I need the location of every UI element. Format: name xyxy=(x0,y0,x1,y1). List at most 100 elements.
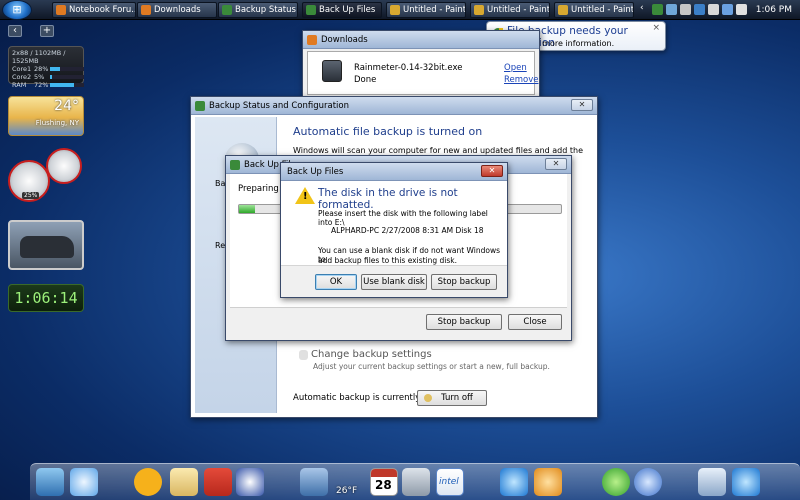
backup-state-text: Automatic backup is currently on xyxy=(293,393,434,403)
dialog-note-line-2: add backup files to this existing disk. xyxy=(318,256,458,265)
firefox-icon xyxy=(56,5,66,15)
cpu-row-bar xyxy=(50,75,84,79)
xbox-icon[interactable] xyxy=(602,468,630,496)
computer-icon[interactable] xyxy=(698,468,726,496)
cpu-row-fill xyxy=(50,83,75,87)
paint-icon xyxy=(474,5,484,15)
backup-status-titlebar[interactable]: Backup Status and Configuration ✕ xyxy=(191,97,597,115)
downloads-list: Rainmeter-0.14-32bit.exe Done Open Remov… xyxy=(307,51,539,95)
task-paint-2[interactable]: Untitled - Paint xyxy=(470,2,550,18)
media-player-icon[interactable] xyxy=(36,468,64,496)
turn-off-button[interactable]: Turn off xyxy=(417,390,487,406)
stop-backup-button[interactable]: Stop backup xyxy=(431,274,497,290)
tray-app-icon[interactable] xyxy=(708,4,719,15)
notes-icon[interactable] xyxy=(402,468,430,496)
weather-dock-icon[interactable] xyxy=(300,468,328,496)
cpu-row-fill xyxy=(50,75,52,79)
backup-icon xyxy=(222,5,232,15)
task-downloads[interactable]: Downloads xyxy=(137,2,217,18)
backup-icon xyxy=(306,5,316,15)
task-backup-status[interactable]: Backup Status ... xyxy=(218,2,298,18)
open-link[interactable]: Open xyxy=(504,63,527,73)
paint-icon xyxy=(558,5,568,15)
cpu-row: Core1 28% xyxy=(12,65,84,73)
system-tray: ‹ 1:06 PM xyxy=(640,2,800,18)
tray-expand-icon[interactable]: ‹ xyxy=(640,3,644,13)
taskbar-clock[interactable]: 1:06 PM xyxy=(756,5,792,15)
task-label: Backup Status ... xyxy=(235,5,297,15)
backup-description: Windows will scan your computer for new … xyxy=(293,146,583,155)
tray-device-icon[interactable] xyxy=(736,4,747,15)
cpu-row-value: 28% xyxy=(34,65,49,73)
calendar-icon[interactable]: 28 xyxy=(370,468,398,496)
volume-icon[interactable] xyxy=(680,4,691,15)
internet-explorer-alt-icon[interactable] xyxy=(534,468,562,496)
close-button[interactable]: Close xyxy=(508,314,562,330)
car-photo-icon xyxy=(20,236,74,258)
add-gadget-button[interactable]: + xyxy=(40,25,54,37)
downloads-titlebar[interactable]: Downloads xyxy=(303,31,539,49)
task-paint-3[interactable]: Untitled - Paint xyxy=(554,2,634,18)
window-title: Backup Status and Configuration xyxy=(209,101,349,111)
paint-icon xyxy=(390,5,400,15)
dialog-titlebar[interactable]: Back Up Files ✕ xyxy=(281,163,507,181)
remove-link[interactable]: Remove xyxy=(504,75,539,85)
task-notebook-forum[interactable]: Notebook Foru... xyxy=(52,2,136,18)
cpu-row-fill xyxy=(50,67,60,71)
tray-monitor-icon[interactable] xyxy=(722,4,733,15)
task-label: Untitled - Paint xyxy=(571,5,634,15)
turn-off-label: Turn off xyxy=(441,393,473,403)
backup-icon xyxy=(195,101,205,111)
task-label: Downloads xyxy=(154,5,201,15)
aim-icon[interactable] xyxy=(134,468,162,496)
close-icon[interactable]: ✕ xyxy=(481,165,503,177)
task-label: Back Up Files xyxy=(319,5,376,15)
weather-city: Flushing, NY xyxy=(35,119,79,127)
backup-icon xyxy=(230,160,240,170)
task-paint-1[interactable]: Untitled - Paint xyxy=(386,2,466,18)
weather-gadget[interactable]: 24° Flushing, NY xyxy=(8,96,84,136)
bluetooth-icon[interactable] xyxy=(694,4,705,15)
download-file-name: Rainmeter-0.14-32bit.exe xyxy=(354,63,463,73)
slideshow-gadget[interactable] xyxy=(8,220,84,270)
internet-explorer-icon[interactable] xyxy=(500,468,528,496)
cpu-row-label: RAM xyxy=(12,81,27,89)
internet-explorer-2-icon[interactable] xyxy=(732,468,760,496)
window-title: Downloads xyxy=(321,35,368,45)
task-label: Untitled - Paint xyxy=(487,5,550,15)
itunes-icon[interactable] xyxy=(70,468,98,496)
backup-progress-fill xyxy=(239,205,256,213)
taskbar: ⊞ Notebook Foru... Downloads Backup Stat… xyxy=(0,0,800,20)
calendar-header xyxy=(371,469,397,477)
network-icon[interactable] xyxy=(666,4,677,15)
cpu-row-bar xyxy=(50,83,84,87)
dialog-body: ! The disk in the drive is not formatted… xyxy=(285,181,503,265)
close-icon[interactable]: ✕ xyxy=(571,99,593,111)
intel-icon[interactable]: intel xyxy=(436,468,464,496)
weather-temperature: 24° xyxy=(54,98,79,114)
folder-icon[interactable] xyxy=(170,468,198,496)
dock-temperature: 26°F xyxy=(336,486,358,496)
stop-backup-button[interactable]: Stop backup xyxy=(426,314,502,330)
sidebar-restore-label[interactable]: Re xyxy=(215,241,225,250)
ok-button[interactable]: OK xyxy=(315,274,357,290)
calendar-day: 28 xyxy=(375,478,392,492)
backup-heading: Automatic file backup is turned on xyxy=(293,125,483,138)
download-status: Done xyxy=(354,75,377,85)
start-button[interactable]: ⊞ xyxy=(2,0,32,20)
game-icon[interactable] xyxy=(204,468,232,496)
close-icon[interactable]: × xyxy=(652,23,660,33)
task-back-up-files[interactable]: Back Up Files xyxy=(302,2,382,18)
use-blank-disk-button[interactable]: Use blank disk xyxy=(361,274,427,290)
gadget-back-icon[interactable]: ‹ xyxy=(8,25,22,37)
dialog-heading: The disk in the drive is not formatted. xyxy=(318,187,458,211)
cpu-meter-gadget[interactable]: 2x88 / 1102MB / 1525MB Core1 28% Core2 5… xyxy=(8,46,84,89)
digital-clock-gadget[interactable]: 1:06:14 xyxy=(8,284,84,312)
gauge-gadget[interactable]: 25% xyxy=(6,146,86,206)
ram-gauge-icon xyxy=(46,148,82,184)
messenger-icon[interactable] xyxy=(236,468,264,496)
close-icon[interactable]: ✕ xyxy=(545,158,567,170)
change-backup-settings-link[interactable]: Change backup settings xyxy=(311,349,432,360)
address-book-icon[interactable] xyxy=(634,468,662,496)
backup-tray-icon[interactable] xyxy=(652,4,663,15)
